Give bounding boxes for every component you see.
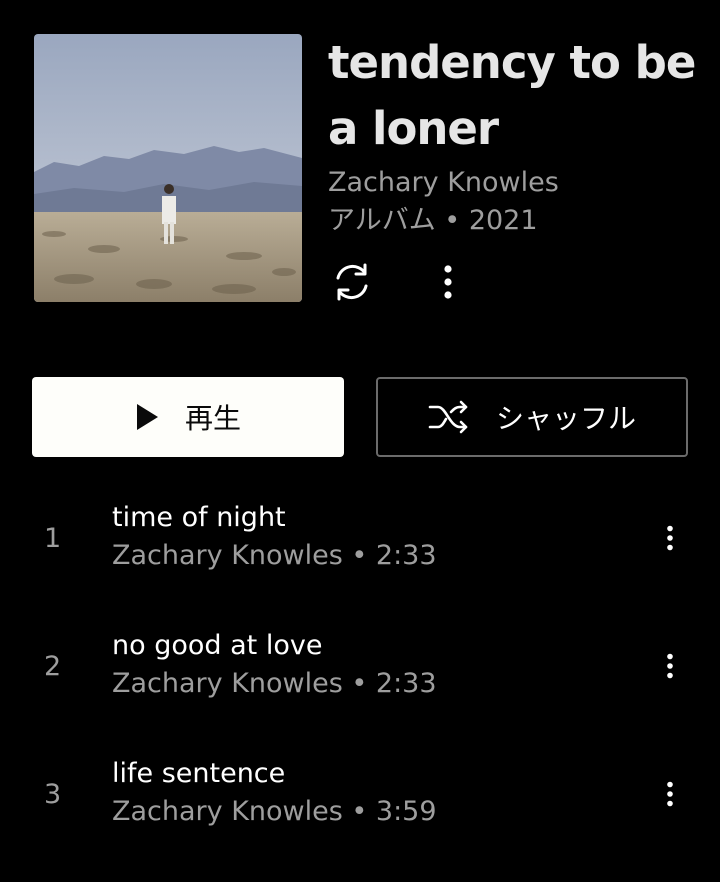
shuffle-icon [428,400,470,434]
track-number: 3 [44,779,62,810]
track-number: 1 [44,523,62,554]
track-title: no good at love [112,630,323,661]
sync-arrows-icon[interactable] [328,258,376,306]
track-subtitle: Zachary Knowles • 2:33 [112,668,437,699]
track-subtitle: Zachary Knowles • 2:33 [112,540,437,571]
album-title: tendency to be a loner [328,30,708,162]
play-label: 再生 [184,402,241,435]
track-title: life sentence [112,758,286,789]
track-title: time of night [112,502,286,533]
album-actions [330,258,470,306]
album-title-line1: tendency to be [328,36,696,89]
album-meta: アルバム • 2021 [328,205,538,236]
more-vert-icon[interactable] [654,520,686,556]
track-subtitle: Zachary Knowles • 3:59 [112,796,437,827]
more-vert-icon[interactable] [654,648,686,684]
album-artwork [34,34,302,302]
track-number: 2 [44,651,62,682]
play-button[interactable]: 再生 [32,377,344,457]
album-artist[interactable]: Zachary Knowles [328,164,708,202]
track-row[interactable]: 3 life sentence Zachary Knowles • 3:59 [0,754,720,882]
more-vert-icon[interactable] [654,776,686,812]
album-info: tendency to be a loner Zachary Knowles ア… [328,30,708,240]
album-title-line2: a loner [328,102,499,155]
shuffle-label: シャッフル [495,402,636,435]
track-row[interactable]: 2 no good at love Zachary Knowles • 2:33 [0,626,720,754]
more-vert-icon[interactable] [424,258,472,306]
track-list: 1 time of night Zachary Knowles • 2:33 2… [0,498,720,882]
shuffle-button[interactable]: シャッフル [376,377,688,457]
play-icon [135,403,159,431]
track-row[interactable]: 1 time of night Zachary Knowles • 2:33 [0,498,720,626]
